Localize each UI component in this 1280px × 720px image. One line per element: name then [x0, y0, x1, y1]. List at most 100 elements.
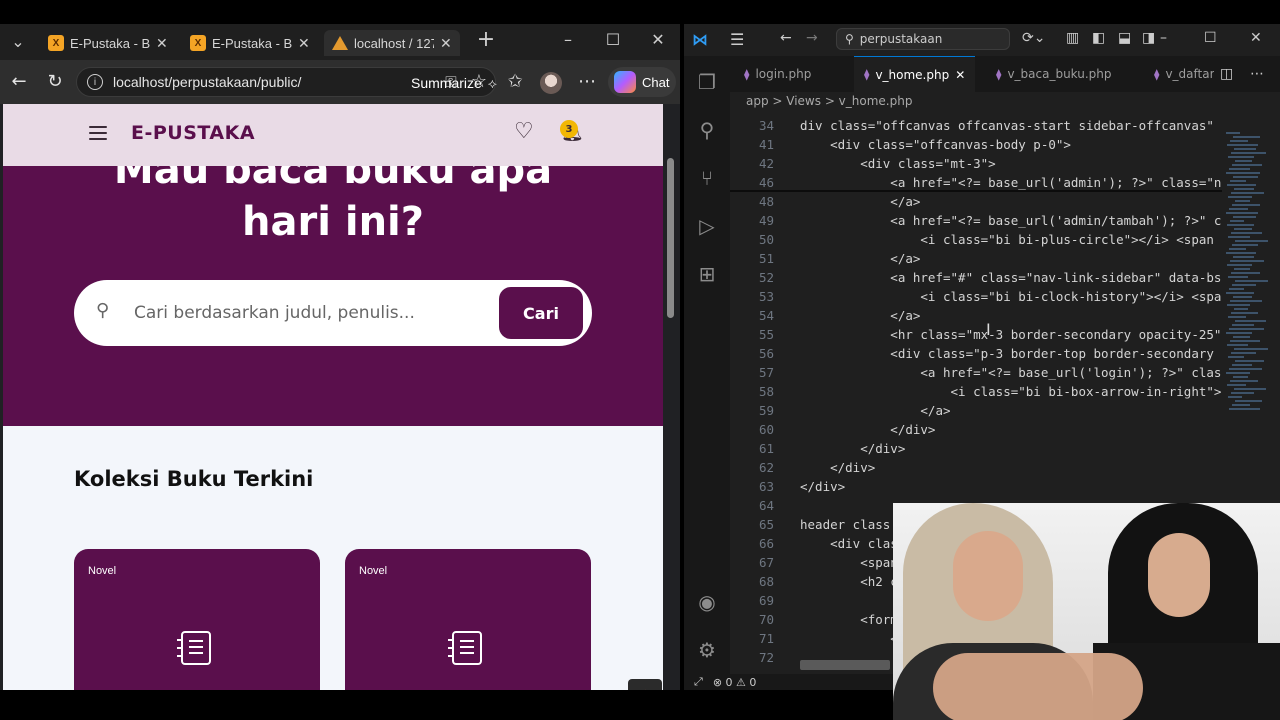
browser-tab-active[interactable]: localhost / 127.0 ✕: [324, 30, 460, 56]
close-tab-icon[interactable]: ✕: [298, 35, 310, 52]
problems-status[interactable]: ⊗ 0 ⚠ 0: [713, 676, 757, 689]
back-icon[interactable]: ←: [8, 71, 30, 93]
site-info-icon[interactable]: i: [87, 74, 103, 90]
code-line[interactable]: <div class="offcanvas-body p-0">: [800, 135, 1071, 154]
extensions-icon[interactable]: ⊞: [695, 262, 719, 286]
code-line[interactable]: <i class="bi bi-plus-circle"></i> <span: [800, 230, 1214, 249]
run-debug-icon[interactable]: ▷: [695, 214, 719, 238]
close-tab-icon[interactable]: ✕: [156, 35, 168, 52]
horizontal-scrollbar[interactable]: [800, 660, 890, 670]
explorer-icon[interactable]: ❐: [695, 70, 719, 94]
close-window-icon[interactable]: ✕: [646, 30, 670, 50]
section-title: Koleksi Buku Terkini: [74, 467, 314, 491]
category-badge: Novel: [359, 565, 388, 577]
settings-gear-icon[interactable]: ⚙: [695, 638, 719, 662]
key-icon[interactable]: ⚿: [440, 71, 462, 93]
code-line[interactable]: <div class="p-3 border-top border-second…: [800, 344, 1214, 363]
search-icon: ⚲: [845, 32, 854, 46]
menu-icon[interactable]: ☰: [730, 30, 744, 49]
toggle-secondary-sidebar-icon[interactable]: ◨: [1142, 30, 1155, 46]
line-number: 60: [758, 422, 774, 437]
code-line[interactable]: </a>: [800, 192, 920, 211]
code-line[interactable]: <a href="<?= base_url('login'); ?>" clas: [800, 363, 1221, 382]
code-line[interactable]: div class="offcanvas offcanvas-start sid…: [800, 116, 1214, 135]
line-number: 53: [758, 289, 774, 304]
site-brand[interactable]: E-PUSTAKA: [131, 122, 255, 144]
line-number: 57: [758, 365, 774, 380]
vscode-logo-icon: ⋈: [692, 30, 708, 49]
code-line[interactable]: </a>: [800, 306, 920, 325]
copilot-icon[interactable]: ⟳⌄: [1022, 30, 1045, 46]
code-line[interactable]: <span: [800, 553, 898, 572]
code-line[interactable]: <: [800, 629, 898, 648]
close-window-icon[interactable]: ✕: [1250, 30, 1262, 46]
code-line[interactable]: </div>: [800, 420, 935, 439]
heart-icon[interactable]: ♡: [514, 120, 534, 144]
remote-icon[interactable]: ⤢: [694, 675, 703, 689]
code-line[interactable]: <div clas: [800, 534, 898, 553]
line-number: 61: [758, 441, 774, 456]
minimize-icon[interactable]: –: [556, 30, 580, 50]
account-icon[interactable]: ◉: [695, 590, 719, 614]
toggle-panel-icon[interactable]: ⬓: [1118, 30, 1131, 46]
toggle-sidebar-icon[interactable]: ◧: [1092, 30, 1105, 46]
tab-v-home-php[interactable]: ⧫ v_home.php ✕: [854, 56, 976, 92]
line-number: 69: [758, 593, 774, 608]
fire-icon[interactable]: 🔥︎: [628, 679, 662, 690]
more-menu-icon[interactable]: ⋯: [576, 71, 598, 93]
code-line[interactable]: <div class="mt-3">: [800, 154, 995, 173]
line-number: 50: [758, 232, 774, 247]
forward-icon[interactable]: →: [806, 30, 818, 46]
code-line[interactable]: </div>: [800, 458, 875, 477]
favorite-star-icon[interactable]: ☆: [468, 71, 490, 93]
browser-tab-bar: ⌄ X E-Pustaka - Bera ✕ X E-Pustaka - Ber…: [0, 24, 680, 60]
code-line[interactable]: <i class="bi bi-clock-history"></i> <spa: [800, 287, 1221, 306]
split-editor-icon[interactable]: ◫: [1220, 66, 1233, 82]
code-line[interactable]: header class: [800, 515, 890, 534]
close-tab-icon[interactable]: ✕: [955, 68, 965, 82]
more-actions-icon[interactable]: ⋯: [1250, 66, 1264, 82]
search-input[interactable]: [134, 298, 494, 328]
page-scrollbar[interactable]: [663, 104, 677, 690]
address-bar[interactable]: i localhost/perpustakaan/public/ Summari…: [76, 67, 497, 97]
search-icon[interactable]: ⚲: [695, 118, 719, 142]
book-card[interactable]: Novel: [74, 549, 320, 690]
tab-login-php[interactable]: ⧫ login.php: [734, 56, 821, 92]
command-center[interactable]: ⚲ perpustakaan: [836, 28, 1010, 50]
hamburger-menu-icon[interactable]: [89, 126, 107, 140]
code-line[interactable]: <hr class="mx-3 border-secondary opacity…: [800, 325, 1221, 344]
tab-list-chevron-icon[interactable]: ⌄: [6, 32, 30, 52]
reload-icon[interactable]: ↻: [44, 71, 66, 93]
profile-avatar[interactable]: [540, 72, 562, 94]
layout-customize-icon[interactable]: ▥: [1066, 30, 1079, 46]
copilot-chat-button[interactable]: Chat: [608, 67, 676, 97]
code-line[interactable]: </div>: [800, 477, 845, 496]
maximize-icon[interactable]: ☐: [601, 30, 625, 50]
line-number: 59: [758, 403, 774, 418]
code-line[interactable]: <h2 c: [800, 572, 898, 591]
browser-tab[interactable]: X E-Pustaka - Bera ✕: [182, 30, 318, 56]
tab-v-baca-buku-php[interactable]: ⧫ v_baca_buku.php: [986, 56, 1122, 92]
code-line[interactable]: <form: [800, 610, 898, 629]
line-number: 71: [758, 631, 774, 646]
code-line[interactable]: </a>: [800, 401, 950, 420]
back-icon[interactable]: ←: [780, 30, 792, 46]
code-line[interactable]: </a>: [800, 249, 920, 268]
new-tab-icon[interactable]: +: [474, 29, 498, 51]
breadcrumb[interactable]: app > Views > v_home.php: [746, 94, 912, 108]
maximize-icon[interactable]: ☐: [1204, 30, 1217, 46]
code-line[interactable]: <i class="bi bi-box-arrow-in-right">: [800, 382, 1222, 401]
book-card[interactable]: Novel: [345, 549, 591, 690]
code-line[interactable]: <a href="#" class="nav-link-sidebar" dat…: [800, 268, 1221, 287]
code-line[interactable]: </div>: [800, 439, 905, 458]
browser-tab[interactable]: X E-Pustaka - Bera ✕: [40, 30, 176, 56]
favorites-icon[interactable]: ✩: [504, 71, 526, 93]
minimize-icon[interactable]: –: [1160, 30, 1167, 46]
search-button[interactable]: Cari: [499, 287, 583, 339]
source-control-icon[interactable]: ⑂: [695, 166, 719, 190]
line-number: 64: [758, 498, 774, 513]
code-line[interactable]: <a href="<?= base_url('admin/tambah'); ?…: [800, 211, 1221, 230]
tab-v-daftar[interactable]: ⧫ v_daftar: [1144, 56, 1214, 92]
close-tab-icon[interactable]: ✕: [440, 35, 452, 52]
line-number: 41: [758, 137, 774, 152]
